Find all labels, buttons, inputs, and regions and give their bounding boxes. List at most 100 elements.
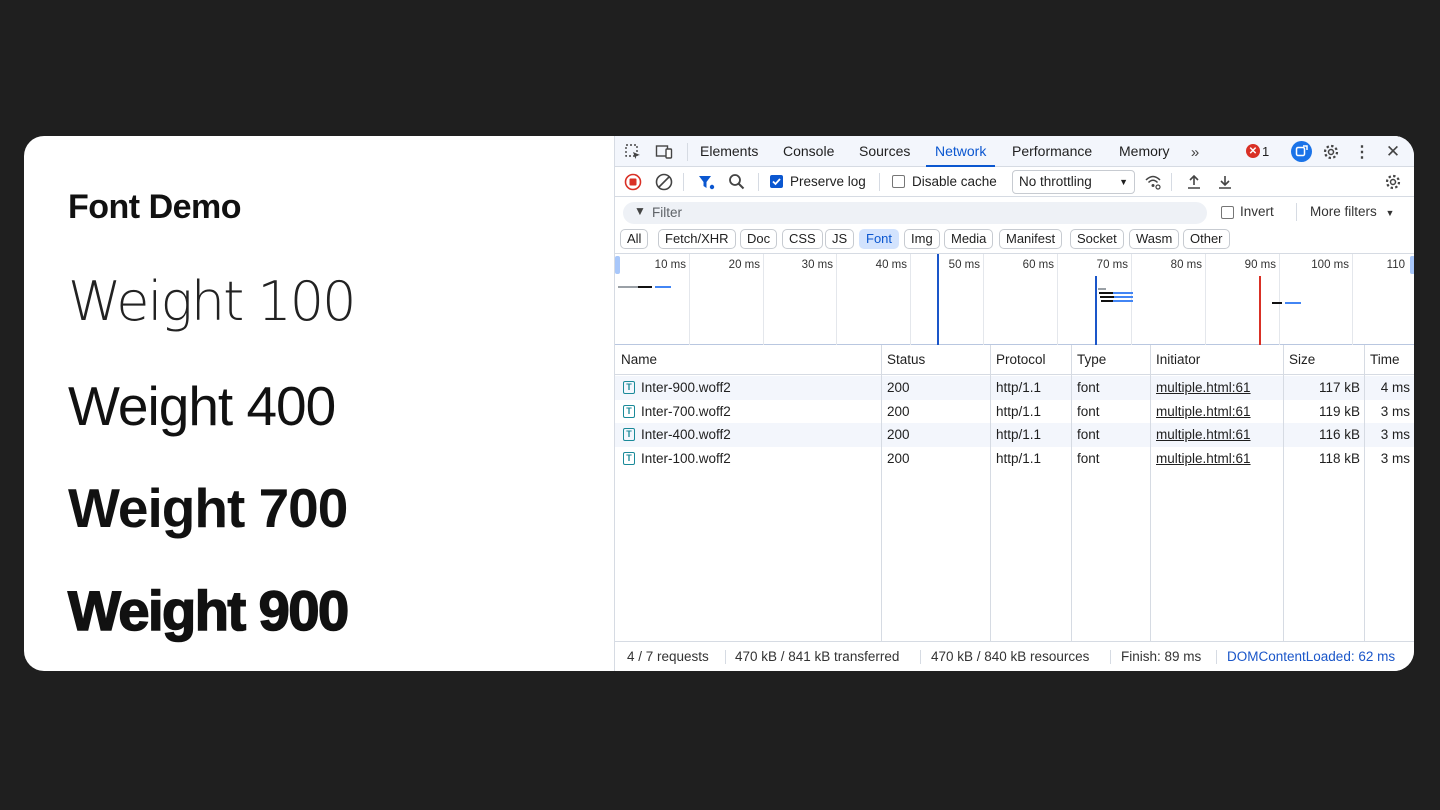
request-name[interactable]: Inter-100.woff2 xyxy=(641,447,731,471)
column-header-type[interactable]: Type xyxy=(1077,345,1106,375)
left-drag-handle[interactable] xyxy=(615,256,620,274)
filter-chip-socket[interactable]: Socket xyxy=(1070,229,1124,249)
column-header-name[interactable]: Name xyxy=(621,345,657,375)
record-stop-icon[interactable] xyxy=(623,172,643,192)
clear-icon[interactable] xyxy=(654,172,674,192)
more-filters-button[interactable]: More filters ▼ xyxy=(1310,197,1394,228)
column-divider[interactable] xyxy=(1071,345,1072,641)
column-header-initiator[interactable]: Initiator xyxy=(1156,345,1200,375)
error-count[interactable]: 1 xyxy=(1262,136,1269,167)
request-name[interactable]: Inter-700.woff2 xyxy=(641,400,731,424)
filter-chip-css[interactable]: CSS xyxy=(782,229,823,249)
import-har-icon[interactable] xyxy=(1184,172,1204,192)
waterfall-bar xyxy=(638,286,652,288)
timeline-tick: 60 ms xyxy=(1022,259,1054,271)
request-time: 3 ms xyxy=(1380,403,1410,419)
requests-table-header: Name Status Protocol Type Initiator Size… xyxy=(615,345,1414,375)
request-size: 117 kB xyxy=(1318,380,1360,395)
settings-gear-icon[interactable] xyxy=(1321,142,1341,162)
preserve-log-checkbox[interactable] xyxy=(770,175,783,188)
column-divider[interactable] xyxy=(1283,345,1284,641)
more-filters-label: More filters xyxy=(1310,204,1377,219)
column-header-status[interactable]: Status xyxy=(887,345,925,375)
close-icon[interactable]: ✕ xyxy=(1383,142,1403,162)
request-initiator-link[interactable]: multiple.html:61 xyxy=(1156,447,1251,471)
devtools-tabbar: Elements Console Sources Network Perform… xyxy=(615,136,1414,167)
more-tabs-icon[interactable]: » xyxy=(1185,142,1205,162)
preserve-log-label[interactable]: Preserve log xyxy=(790,167,866,197)
waterfall-bar xyxy=(1113,300,1133,302)
filter-funnel-icon[interactable] xyxy=(696,172,716,192)
request-initiator-link[interactable]: multiple.html:61 xyxy=(1156,376,1251,400)
right-drag-handle[interactable] xyxy=(1410,256,1414,274)
grid-line xyxy=(1352,254,1353,345)
network-conditions-icon[interactable] xyxy=(1143,172,1163,192)
filter-chip-all[interactable]: All xyxy=(620,229,649,249)
invert-label[interactable]: Invert xyxy=(1240,197,1274,227)
search-icon[interactable] xyxy=(727,172,747,192)
font-file-icon: T xyxy=(623,381,635,394)
divider xyxy=(1171,173,1172,191)
page-title: Font Demo xyxy=(68,188,242,226)
disable-cache-label[interactable]: Disable cache xyxy=(912,167,997,197)
request-time: 4 ms xyxy=(1380,380,1410,395)
request-initiator-link[interactable]: multiple.html:61 xyxy=(1156,400,1251,424)
error-icon[interactable]: ✕ xyxy=(1246,144,1260,158)
tab-network[interactable]: Network xyxy=(926,136,996,167)
network-overview-timeline[interactable]: 10 ms 20 ms 30 ms 40 ms 50 ms 60 ms 70 m… xyxy=(615,254,1414,345)
request-protocol: http/1.1 xyxy=(996,380,1042,395)
grid-line xyxy=(763,254,764,345)
timeline-tick: 40 ms xyxy=(875,259,907,271)
column-divider[interactable] xyxy=(1364,345,1365,641)
request-name[interactable]: Inter-900.woff2 xyxy=(641,376,731,400)
filter-input[interactable]: ▼ Filter xyxy=(623,202,1207,224)
timeline-tick: 70 ms xyxy=(1096,259,1128,271)
filter-placeholder: Filter xyxy=(652,205,682,220)
tab-elements[interactable]: Elements xyxy=(700,136,758,167)
request-size: 118 kB xyxy=(1318,450,1360,466)
ai-assistance-icon[interactable] xyxy=(1291,141,1312,162)
table-row[interactable]: T Inter-700.woff2 200 http/1.1 font mult… xyxy=(615,400,1414,424)
filter-chip-media[interactable]: Media xyxy=(944,229,994,249)
weight-400-text: Weight 400 xyxy=(68,375,336,437)
divider xyxy=(920,650,921,664)
filter-chip-js[interactable]: JS xyxy=(825,229,855,249)
filter-chip-doc[interactable]: Doc xyxy=(740,229,778,249)
network-settings-gear-icon[interactable] xyxy=(1383,172,1403,192)
filter-chip-fetch-xhr[interactable]: Fetch/XHR xyxy=(658,229,736,249)
inspect-element-icon[interactable] xyxy=(623,142,643,162)
grid-line xyxy=(836,254,837,345)
weight-900-text: Weight 900 xyxy=(67,578,350,643)
column-header-protocol[interactable]: Protocol xyxy=(996,345,1046,375)
request-name[interactable]: Inter-400.woff2 xyxy=(641,423,731,447)
table-row[interactable]: T Inter-400.woff2 200 http/1.1 font mult… xyxy=(615,423,1414,447)
filter-chip-img[interactable]: Img xyxy=(904,229,940,249)
table-row[interactable]: T Inter-100.woff2 200 http/1.1 font mult… xyxy=(615,447,1414,471)
tab-console[interactable]: Console xyxy=(783,136,834,167)
tab-performance[interactable]: Performance xyxy=(1012,136,1092,167)
request-initiator-link[interactable]: multiple.html:61 xyxy=(1156,423,1251,447)
column-divider[interactable] xyxy=(881,345,882,641)
tab-memory[interactable]: Memory xyxy=(1119,136,1170,167)
table-row[interactable]: T Inter-900.woff2 200 http/1.1 font mult… xyxy=(615,376,1414,400)
column-header-size[interactable]: Size xyxy=(1289,345,1315,375)
invert-checkbox[interactable] xyxy=(1221,206,1234,219)
filter-row: ▼ Filter Invert More filters ▼ xyxy=(615,197,1414,226)
request-size: 116 kB xyxy=(1318,427,1360,442)
request-time: 3 ms xyxy=(1380,427,1410,442)
column-header-time[interactable]: Time xyxy=(1370,345,1400,375)
throttling-select[interactable]: No throttling ▼ xyxy=(1012,170,1135,194)
column-divider[interactable] xyxy=(1150,345,1151,641)
filter-chip-other[interactable]: Other xyxy=(1183,229,1230,249)
filter-chip-manifest[interactable]: Manifest xyxy=(999,229,1063,249)
filter-chip-wasm[interactable]: Wasm xyxy=(1129,229,1180,249)
tab-sources[interactable]: Sources xyxy=(859,136,910,167)
column-divider[interactable] xyxy=(990,345,991,641)
filter-chip-font[interactable]: Font xyxy=(859,229,900,249)
disable-cache-checkbox[interactable] xyxy=(892,175,905,188)
divider xyxy=(1110,650,1111,664)
more-options-icon[interactable]: ⋮ xyxy=(1352,142,1372,162)
device-toolbar-icon[interactable] xyxy=(654,142,674,162)
timeline-tick: 80 ms xyxy=(1170,259,1202,271)
export-har-icon[interactable] xyxy=(1215,172,1235,192)
